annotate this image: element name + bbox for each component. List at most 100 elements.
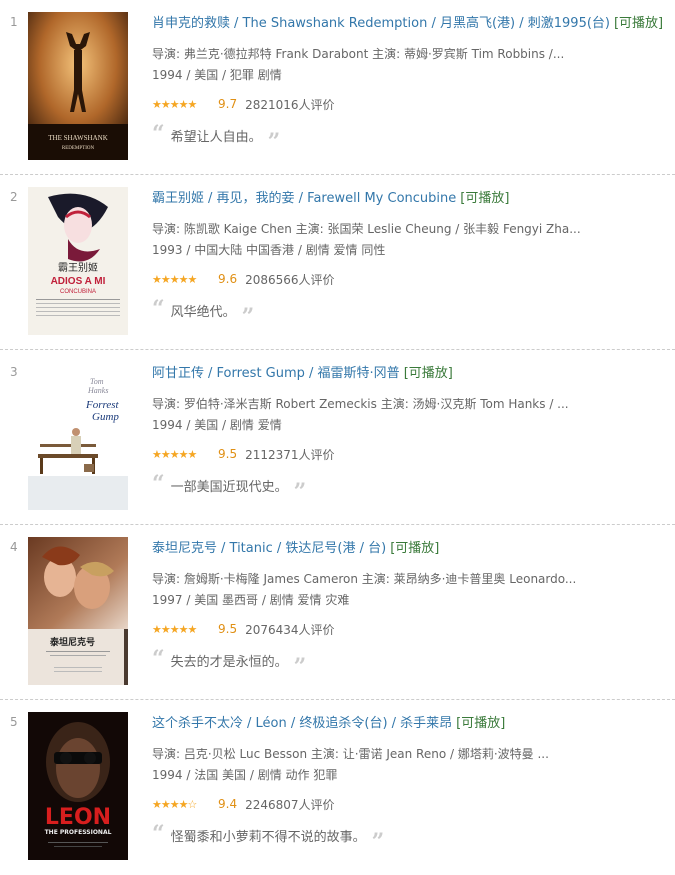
vote-count: 2086566人评价 bbox=[245, 272, 335, 287]
rank-number: 1 bbox=[10, 15, 18, 29]
rating-row: ★★★★★ 9.5 2076434人评价 bbox=[152, 621, 675, 637]
poster-title-1: 泰坦尼克号 bbox=[49, 636, 95, 648]
movie-item: 1 THE SHAWSHANK REDEMPTION 肖申克的救赎 / The S… bbox=[0, 0, 675, 175]
movie-title-link[interactable]: 泰坦尼克号 bbox=[152, 541, 217, 556]
playable-badge: [可播放] bbox=[456, 716, 506, 731]
close-quote-icon: ” bbox=[293, 653, 307, 680]
rating-score: 9.5 bbox=[218, 622, 238, 636]
playable-badge: [可播放] bbox=[613, 16, 664, 31]
credits-text: 导演: 詹姆斯·卡梅隆 James Cameron 主演: 莱昂纳多·迪卡普里奥… bbox=[152, 572, 577, 586]
movie-alt-titles: / The Shawshank Redemption / 月黑高飞(港) / 刺… bbox=[234, 16, 610, 31]
year-country-genre: 1997 / 美国 墨西哥 / 剧情 爱情 灾难 bbox=[152, 593, 350, 607]
playable-badge: [可播放] bbox=[460, 191, 510, 206]
movie-info: 霸王别姬 / 再见，我的妾 / Farewell My Concubine [可播放… bbox=[152, 190, 675, 330]
poster-title-1: Tom bbox=[90, 377, 104, 386]
movie-meta: 导演: 吕克·贝松 Luc Besson 主演: 让·雷诺 Jean Reno … bbox=[152, 744, 675, 786]
movie-title-link[interactable]: 霸王别姬 bbox=[152, 191, 204, 206]
movie-alt-titles: / Léon / 终极追杀令(台) / 杀手莱昂 bbox=[247, 716, 453, 731]
poster-title-2: Hanks bbox=[87, 386, 108, 395]
vote-count: 2821016人评价 bbox=[245, 97, 335, 112]
movie-title-link[interactable]: 肖申克的救赎 bbox=[152, 16, 230, 31]
movie-poster[interactable]: LEON THE PROFESSIONAL bbox=[28, 712, 128, 860]
movie-title-row: 泰坦尼克号 / Titanic / 铁达尼号(港 / 台) [可播放] bbox=[152, 540, 675, 558]
close-quote-icon: ” bbox=[371, 828, 385, 855]
movie-poster[interactable]: THE SHAWSHANK REDEMPTION bbox=[28, 12, 128, 160]
star-rating-icon: ★★★★★ bbox=[152, 622, 197, 636]
movie-title-row: 阿甘正传 / Forrest Gump / 福雷斯特·冈普 [可播放] bbox=[152, 365, 675, 383]
credits-text: 导演: 弗兰克·德拉邦特 Frank Darabont 主演: 蒂姆·罗宾斯 T… bbox=[152, 47, 565, 61]
poster-title-2: ADIOS A MI bbox=[51, 276, 106, 287]
movie-quote: “ 希望让人自由。 ” bbox=[152, 123, 675, 155]
year-country-genre: 1994 / 美国 / 剧情 爱情 bbox=[152, 418, 282, 432]
movie-poster[interactable]: Tom Hanks Forrest Gump bbox=[28, 362, 128, 510]
credits-text: 导演: 陈凯歌 Kaige Chen 主演: 张国荣 Leslie Cheung… bbox=[152, 222, 581, 236]
movie-quote: “ 一部美国近现代史。 ” bbox=[152, 470, 675, 505]
poster-title-4: Gump bbox=[92, 411, 119, 423]
movie-alt-titles: / Titanic / 铁达尼号(港 / 台) bbox=[221, 541, 387, 556]
star-rating-icon: ★★★★★ bbox=[152, 272, 197, 286]
movie-quote: “ 怪蜀黍和小萝莉不得不说的故事。 ” bbox=[152, 820, 675, 855]
movie-item: 5 LEON THE PROFESSIONAL 这个杀手不太冷 / Léon / … bbox=[0, 700, 675, 875]
rating-row: ★★★★★ 9.6 2086566人评价 bbox=[152, 271, 675, 287]
poster-title-1: 霸王别姬 bbox=[58, 261, 98, 274]
rank-number: 5 bbox=[10, 715, 18, 729]
quote-text: 一部美国近现代史。 bbox=[170, 480, 288, 495]
movie-meta: 导演: 弗兰克·德拉邦特 Frank Darabont 主演: 蒂姆·罗宾斯 T… bbox=[152, 44, 675, 86]
movie-poster[interactable]: 霸王别姬 ADIOS A MI CONCUBINA bbox=[28, 187, 128, 335]
quote-text: 风华绝代。 bbox=[170, 305, 236, 320]
star-rating-icon: ★★★★☆ bbox=[152, 797, 197, 811]
star-rating-icon: ★★★★★ bbox=[152, 97, 197, 111]
close-quote-icon: ” bbox=[267, 128, 281, 155]
poster-title-2: THE PROFESSIONAL bbox=[45, 829, 112, 836]
poster-title-1: THE SHAWSHANK bbox=[48, 134, 108, 142]
open-quote-icon: “ bbox=[152, 470, 165, 497]
movie-poster[interactable]: 泰坦尼克号 bbox=[28, 537, 128, 685]
movie-meta: 导演: 陈凯歌 Kaige Chen 主演: 张国荣 Leslie Cheung… bbox=[152, 219, 675, 261]
movie-info: 肖申克的救赎 / The Shawshank Redemption / 月黑高飞(… bbox=[152, 15, 675, 155]
movie-info: 阿甘正传 / Forrest Gump / 福雷斯特·冈普 [可播放] 导演: 罗伯… bbox=[152, 365, 675, 505]
star-rating-icon: ★★★★★ bbox=[152, 447, 197, 461]
rank-number: 2 bbox=[10, 190, 18, 204]
movie-item: 4 泰坦尼克号 泰坦尼克号 / Titanic / 铁达尼号(港 / 台) [可播放… bbox=[0, 525, 675, 700]
rating-row: ★★★★★ 9.5 2112371人评价 bbox=[152, 446, 675, 462]
rating-score: 9.4 bbox=[218, 797, 238, 811]
movie-meta: 导演: 罗伯特·泽米吉斯 Robert Zemeckis 主演: 汤姆·汉克斯 … bbox=[152, 394, 675, 436]
quote-text: 怪蜀黍和小萝莉不得不说的故事。 bbox=[170, 830, 366, 845]
open-quote-icon: “ bbox=[152, 820, 165, 847]
credits-text: 导演: 罗伯特·泽米吉斯 Robert Zemeckis 主演: 汤姆·汉克斯 … bbox=[152, 397, 569, 411]
movie-alt-titles: / 再见，我的妾 / Farewell My Concubine bbox=[208, 191, 457, 206]
poster-title-2: REDEMPTION bbox=[62, 146, 95, 151]
year-country-genre: 1994 / 美国 / 犯罪 剧情 bbox=[152, 68, 282, 82]
close-quote-icon: ” bbox=[293, 478, 307, 505]
movie-alt-titles: / Forrest Gump / 福雷斯特·冈普 bbox=[208, 366, 400, 381]
movie-title-link[interactable]: 阿甘正传 bbox=[152, 366, 204, 381]
quote-text: 失去的才是永恒的。 bbox=[170, 655, 288, 670]
vote-count: 2112371人评价 bbox=[245, 447, 335, 462]
rating-score: 9.7 bbox=[218, 97, 238, 111]
movie-info: 泰坦尼克号 / Titanic / 铁达尼号(港 / 台) [可播放] 导演: 詹姆… bbox=[152, 540, 675, 680]
rating-row: ★★★★☆ 9.4 2246807人评价 bbox=[152, 796, 675, 812]
movie-title-row: 肖申克的救赎 / The Shawshank Redemption / 月黑高飞(… bbox=[152, 15, 675, 33]
close-quote-icon: ” bbox=[241, 303, 255, 330]
open-quote-icon: “ bbox=[152, 645, 165, 672]
movie-item: 3 Tom Hanks Forrest Gump 阿甘正传 / Forrest G… bbox=[0, 350, 675, 525]
poster-title-3: CONCUBINA bbox=[60, 289, 96, 295]
movie-title-link[interactable]: 这个杀手不太冷 bbox=[152, 716, 243, 731]
playable-badge: [可播放] bbox=[390, 541, 440, 556]
movie-quote: “ 风华绝代。 ” bbox=[152, 298, 675, 330]
rating-row: ★★★★★ 9.7 2821016人评价 bbox=[152, 96, 675, 112]
playable-badge: [可播放] bbox=[403, 366, 453, 381]
rank-number: 3 bbox=[10, 365, 18, 379]
movie-title-row: 这个杀手不太冷 / Léon / 终极追杀令(台) / 杀手莱昂 [可播放] bbox=[152, 715, 675, 733]
credits-text: 导演: 吕克·贝松 Luc Besson 主演: 让·雷诺 Jean Reno … bbox=[152, 747, 549, 761]
rating-score: 9.6 bbox=[218, 272, 238, 286]
year-country-genre: 1994 / 法国 美国 / 剧情 动作 犯罪 bbox=[152, 768, 338, 782]
poster-title-3: Forrest bbox=[85, 399, 120, 411]
year-country-genre: 1993 / 中国大陆 中国香港 / 剧情 爱情 同性 bbox=[152, 243, 386, 257]
movie-quote: “ 失去的才是永恒的。 ” bbox=[152, 645, 675, 680]
movie-title-row: 霸王别姬 / 再见，我的妾 / Farewell My Concubine [可播放… bbox=[152, 190, 675, 208]
poster-title-1: LEON bbox=[45, 805, 111, 830]
quote-text: 希望让人自由。 bbox=[170, 130, 262, 145]
movie-info: 这个杀手不太冷 / Léon / 终极追杀令(台) / 杀手莱昂 [可播放] 导演:… bbox=[152, 715, 675, 855]
vote-count: 2076434人评价 bbox=[245, 622, 335, 637]
